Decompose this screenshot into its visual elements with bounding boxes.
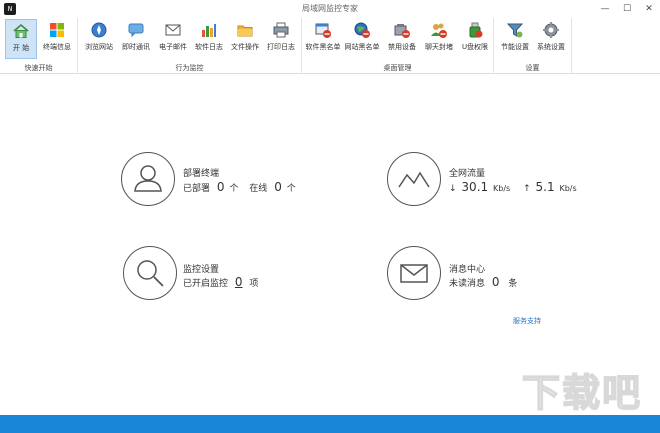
download-unit: Kb/s	[493, 184, 511, 193]
monitor-stats: 已开启监控 0 项	[183, 275, 258, 289]
envelope-icon	[165, 24, 181, 36]
group-behavior-monitor: 浏览网站 即时通讯 电子邮件 软件日志 文件操作 打印日志 行为监控	[78, 18, 302, 74]
message-circle	[387, 246, 441, 300]
ribbon-toolbar: 开 始 终端信息 快速开始 浏览网站 即时通讯 电子邮件 软件日志 文件操作 打…	[0, 18, 660, 74]
compass-icon	[91, 22, 107, 38]
status-bar	[0, 415, 660, 433]
deployed-unit: 个	[229, 184, 239, 194]
minimize-button[interactable]: —	[594, 0, 616, 18]
printer-icon	[273, 22, 289, 38]
deploy-stats: 已部署 0 个 在线 0 个	[183, 180, 296, 194]
browse-web-button[interactable]: 浏览网站	[82, 19, 116, 59]
group-quick-start: 开 始 终端信息 快速开始	[0, 18, 78, 74]
print-log-button[interactable]: 打印日志	[264, 19, 298, 59]
watermark-logo: 下载吧	[521, 370, 642, 412]
messages-title: 消息中心	[449, 265, 486, 275]
system-settings-button[interactable]: 系统设置	[534, 19, 568, 59]
online-unit: 个	[286, 184, 296, 194]
terminal-info-button[interactable]: 终端信息	[40, 19, 74, 59]
traffic-stats: ↓ 30.1 Kb/s ↑ 5.1 Kb/s	[449, 180, 577, 194]
windows-logo-icon	[50, 23, 64, 37]
energy-settings-button[interactable]: 节能设置	[498, 19, 532, 59]
usb-drive-icon	[469, 22, 483, 38]
messages-stats: 未读消息 0 条	[449, 275, 517, 289]
chat-block-button[interactable]: 聊天封堵	[421, 19, 457, 59]
users-block-icon	[431, 23, 447, 38]
monitor-enabled-count[interactable]: 0	[235, 275, 243, 289]
software-blacklist-button[interactable]: 软件黑名单	[304, 19, 342, 59]
disable-device-button[interactable]: 禁用设备	[384, 19, 420, 59]
monitor-enabled-label: 已开启监控	[183, 279, 229, 289]
group-label-behavior-monitor: 行为监控	[175, 64, 204, 72]
instant-message-button[interactable]: 即时通讯	[119, 19, 153, 59]
maximize-button[interactable]: ☐	[616, 0, 638, 18]
traffic-title: 全网流量	[449, 169, 486, 179]
unread-label: 未读消息	[449, 279, 486, 289]
group-label-desktop-management: 桌面管理	[383, 64, 412, 72]
website-blacklist-button[interactable]: 网站黑名单	[343, 19, 381, 59]
person-circle	[121, 152, 175, 206]
online-count: 0	[274, 180, 282, 194]
window-title: 局域网监控专家	[302, 4, 358, 13]
deployed-label: 已部署	[183, 184, 211, 194]
upload-arrow-icon: ↑	[523, 184, 531, 194]
search-circle	[123, 246, 177, 300]
unread-unit: 条	[508, 279, 518, 289]
traffic-circle	[387, 152, 441, 206]
envelope-outline-icon	[400, 264, 428, 283]
online-label: 在线	[249, 184, 268, 194]
traffic-wave-icon	[398, 171, 430, 188]
upload-speed: 5.1	[535, 180, 555, 194]
service-support-link[interactable]: 服务支持	[513, 316, 541, 326]
software-log-button[interactable]: 软件日志	[192, 19, 226, 59]
window-block-icon	[315, 23, 331, 38]
download-speed: 30.1	[461, 180, 489, 194]
close-button[interactable]: ✕	[638, 0, 660, 18]
download-arrow-icon: ↓	[449, 184, 457, 194]
folder-icon	[237, 25, 253, 37]
filter-settings-icon	[506, 23, 524, 38]
magnifier-icon	[137, 260, 164, 287]
deploy-title: 部署终端	[183, 169, 220, 179]
start-button[interactable]: 开 始	[5, 19, 37, 59]
usb-permission-button[interactable]: U盘权限	[458, 19, 492, 59]
group-desktop-management: 软件黑名单 网站黑名单 禁用设备 聊天封堵 U盘权限 桌面管理	[302, 18, 494, 74]
monitor-unit: 项	[249, 279, 259, 289]
chat-bubble-icon	[128, 23, 144, 38]
email-button[interactable]: 电子邮件	[156, 19, 190, 59]
group-label-settings: 设置	[525, 64, 540, 72]
gear-icon	[543, 22, 559, 38]
file-operation-button[interactable]: 文件操作	[228, 19, 262, 59]
person-icon	[134, 165, 162, 192]
bar-chart-icon	[202, 24, 216, 37]
deployed-count: 0	[216, 180, 225, 194]
group-label-quick-start: 快速开始	[24, 64, 53, 72]
home-icon	[13, 23, 29, 38]
title-bar: N 局域网监控专家 — ☐ ✕	[0, 0, 660, 18]
svg-text:下载吧: 下载吧	[522, 371, 642, 412]
upload-unit: Kb/s	[559, 184, 577, 193]
unread-count: 0	[491, 275, 500, 289]
monitor-title: 监控设置	[183, 265, 220, 275]
device-block-icon	[394, 24, 410, 38]
globe-block-icon	[354, 22, 370, 38]
group-settings: 节能设置 系统设置 设置	[494, 18, 572, 74]
